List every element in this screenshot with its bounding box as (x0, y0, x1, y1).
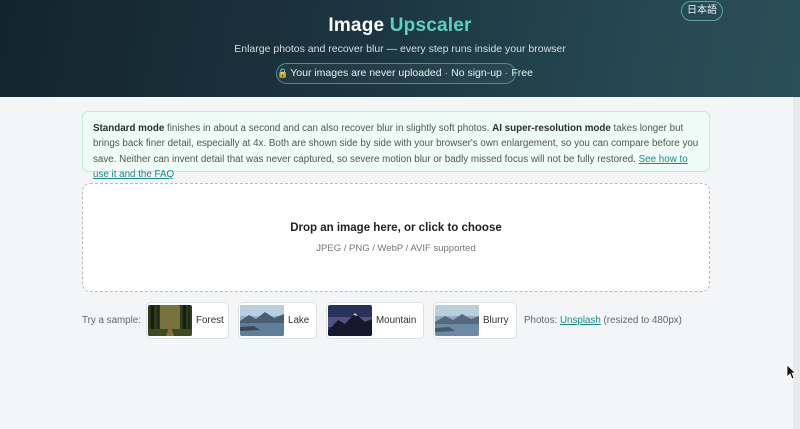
privacy-signup: No sign-up (451, 67, 502, 79)
lake-thumbnail (240, 305, 284, 336)
sample-blurry-button[interactable]: Blurry (433, 302, 517, 339)
sample-lake-label: Lake (288, 315, 310, 326)
title-accent: Upscaler (389, 15, 472, 36)
sample-mountain-label: Mountain (376, 315, 417, 326)
photo-credit: Photos: Unsplash (resized to 480px) (524, 315, 682, 326)
blurry-thumbnail (435, 305, 479, 336)
standard-mode-title: Standard mode (93, 123, 165, 134)
privacy-badge: 🔒 Your images are never uploaded · No sign-… (276, 63, 533, 84)
privacy-uploaded: Your images are never uploaded (290, 67, 442, 79)
sample-lake-button[interactable]: Lake (238, 302, 317, 339)
unsplash-link[interactable]: Unsplash (560, 315, 601, 326)
page-title: Image Upscaler (0, 15, 800, 37)
dropzone-title: Drop an image here, or click to choose (290, 222, 502, 234)
separator-dot: · (444, 67, 449, 79)
image-dropzone[interactable]: Drop an image here, or click to choose J… (82, 183, 710, 292)
sample-label: Try a sample: (82, 315, 141, 326)
credit-prefix: Photos: (524, 315, 560, 326)
ai-mode-title: AI super-resolution mode (492, 123, 611, 134)
sample-forest-label: Forest (196, 315, 224, 326)
header-banner: 日本語 Image Upscaler Enlarge photos and re… (0, 0, 800, 97)
mouse-cursor-icon (786, 364, 796, 380)
sample-blurry-label: Blurry (483, 315, 509, 326)
mode-notice: Standard mode finishes in about a second… (82, 111, 710, 180)
page-subtitle: Enlarge photos and recover blur — every … (234, 43, 566, 55)
standard-mode-text: finishes in about a second and can also … (164, 123, 493, 134)
dropzone-formats: JPEG / PNG / WebP / AVIF supported (316, 243, 476, 254)
lock-icon: 🔒 (277, 68, 289, 78)
mountain-thumbnail (328, 305, 372, 336)
sample-forest-button[interactable]: Forest (146, 302, 229, 339)
sample-mountain-button[interactable]: Mountain (326, 302, 424, 339)
privacy-free: Free (511, 67, 533, 79)
separator-dot: · (504, 67, 509, 79)
title-main: Image (328, 15, 390, 36)
forest-thumbnail (148, 305, 192, 336)
credit-suffix: (resized to 480px) (600, 315, 682, 326)
